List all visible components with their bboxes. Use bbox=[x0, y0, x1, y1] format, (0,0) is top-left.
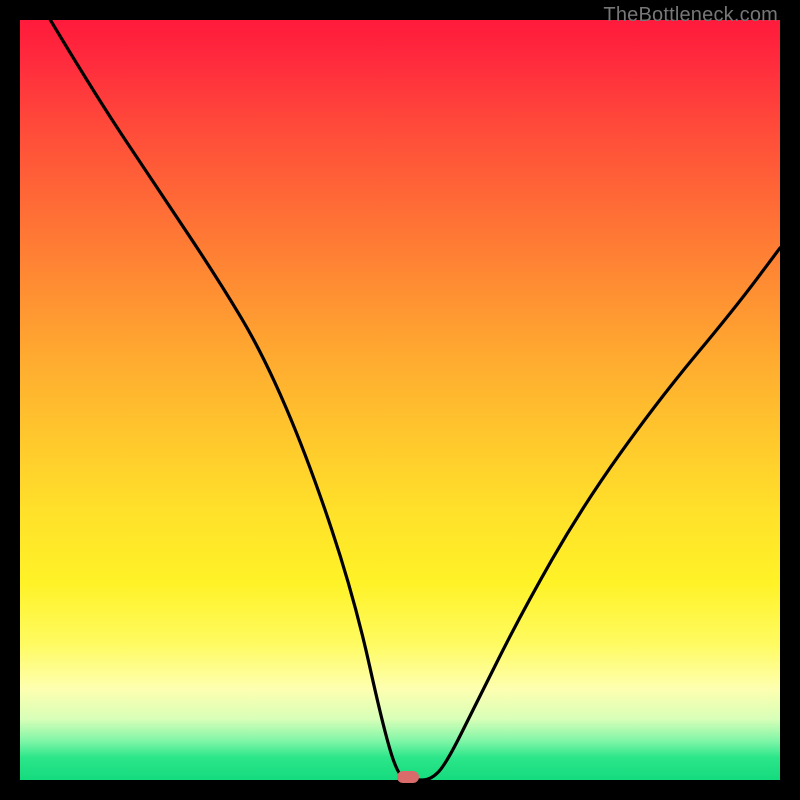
chart-frame: TheBottleneck.com bbox=[0, 0, 800, 800]
watermark-text: TheBottleneck.com bbox=[603, 4, 778, 27]
plot-area bbox=[20, 20, 780, 780]
bottleneck-curve bbox=[20, 20, 780, 780]
optimal-point-marker bbox=[397, 771, 419, 783]
